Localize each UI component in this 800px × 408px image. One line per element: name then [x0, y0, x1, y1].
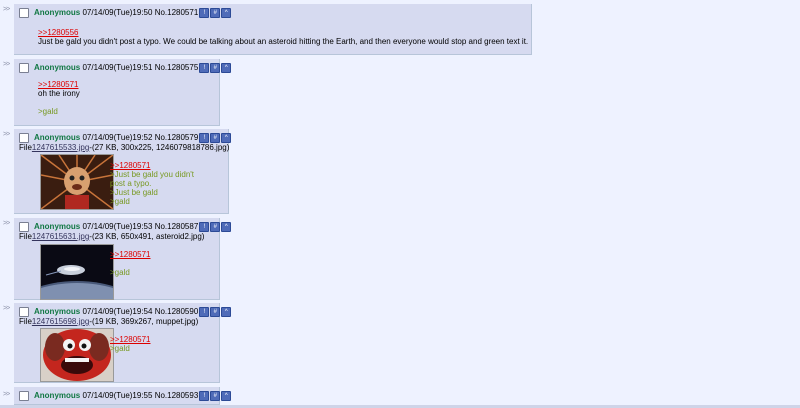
quote-icon[interactable]: #: [210, 222, 221, 232]
reply-post: Anonymous 07/14/09(Tue)19:53 No.1280587!…: [14, 218, 232, 300]
post-text: oh the irony: [38, 89, 80, 98]
file-link[interactable]: 1247615631.jpg: [32, 232, 89, 241]
up-arrow-icon[interactable]: ^: [221, 8, 232, 18]
post-number[interactable]: No.1280587: [155, 222, 199, 231]
poster-name: Anonymous: [34, 307, 81, 317]
post-date: 07/14/09(Tue)19:53: [82, 222, 153, 232]
reply-arrows: >>: [3, 220, 10, 227]
delete-checkbox[interactable]: [19, 391, 29, 401]
file-info: File1247615698.jpg-(19 KB, 369x267, mupp…: [19, 317, 198, 326]
post-header: Anonymous 07/14/09(Tue)19:55 No.1280593!…: [19, 391, 232, 401]
quote-icon[interactable]: #: [210, 307, 221, 317]
post-header: Anonymous 07/14/09(Tue)19:53 No.1280587!…: [19, 222, 232, 232]
post-header: Anonymous 07/14/09(Tue)19:51 No.1280575!…: [19, 63, 232, 73]
poster-name: Anonymous: [34, 63, 81, 73]
report-icon[interactable]: !: [199, 133, 210, 143]
quote-link[interactable]: >>1280571: [38, 80, 80, 89]
delete-checkbox[interactable]: [19, 8, 29, 18]
delete-checkbox[interactable]: [19, 133, 29, 143]
up-arrow-icon[interactable]: ^: [221, 63, 232, 73]
post-text: Just be gald you didn't post a typo. We …: [38, 37, 529, 46]
greentext-line: >Just be gald: [110, 188, 158, 197]
reply-post: Anonymous 07/14/09(Tue)19:54 No.1280590!…: [14, 303, 232, 383]
delete-checkbox[interactable]: [19, 307, 29, 317]
post-date: 07/14/09(Tue)19:52: [82, 133, 153, 143]
reply-arrows: >>: [3, 6, 10, 13]
image-thumbnail[interactable]: [40, 154, 114, 210]
reply-post: Anonymous 07/14/09(Tue)19:50 No.1280571!…: [14, 4, 532, 55]
post-number[interactable]: No.1280579: [155, 133, 199, 142]
post-header: Anonymous 07/14/09(Tue)19:52 No.1280579!…: [19, 133, 232, 143]
report-icon[interactable]: !: [199, 222, 210, 232]
delete-checkbox[interactable]: [19, 222, 29, 232]
quote-link[interactable]: >>1280571: [110, 250, 151, 259]
reply-post: Anonymous 07/14/09(Tue)19:52 No.1280579!…: [14, 129, 232, 214]
quote-link[interactable]: >>1280556: [38, 28, 528, 37]
file-prefix: File: [19, 317, 32, 326]
muppet-image[interactable]: [40, 328, 114, 382]
greentext-line: >gald: [38, 107, 58, 116]
poster-name: Anonymous: [34, 222, 81, 232]
up-arrow-icon[interactable]: ^: [221, 222, 232, 232]
quote-icon[interactable]: #: [210, 8, 221, 18]
quote-icon[interactable]: #: [210, 63, 221, 73]
reply-post: Anonymous 07/14/09(Tue)19:55 No.1280593!…: [14, 387, 232, 405]
post-number[interactable]: No.1280571: [155, 8, 199, 17]
post-date: 07/14/09(Tue)19:50: [82, 8, 153, 18]
reply-post: Anonymous 07/14/09(Tue)19:51 No.1280575!…: [14, 59, 232, 126]
post-header: Anonymous 07/14/09(Tue)19:50 No.1280571!…: [19, 8, 232, 18]
report-icon[interactable]: !: [199, 391, 210, 401]
reply-arrows: >>: [3, 61, 10, 68]
post-body: >>1280571 >gald: [110, 250, 151, 277]
post-number[interactable]: No.1280575: [155, 63, 199, 72]
report-icon[interactable]: !: [199, 8, 210, 18]
file-prefix: File: [19, 232, 32, 241]
up-arrow-icon[interactable]: ^: [221, 391, 232, 401]
poster-name: Anonymous: [34, 133, 81, 143]
quote-icon[interactable]: #: [210, 133, 221, 143]
file-prefix: File: [19, 143, 32, 152]
file-link[interactable]: 1247615533.jpg: [32, 143, 89, 152]
up-arrow-icon[interactable]: ^: [221, 133, 232, 143]
asteroid-image[interactable]: [40, 244, 114, 300]
post-number[interactable]: No.1280590: [155, 307, 199, 316]
report-icon[interactable]: !: [199, 63, 210, 73]
delete-checkbox[interactable]: [19, 63, 29, 73]
file-details: -(19 KB, 369x267, muppet.jpg): [89, 317, 199, 326]
post-header: Anonymous 07/14/09(Tue)19:54 No.1280590!…: [19, 307, 232, 317]
poster-name: Anonymous: [34, 8, 81, 18]
up-arrow-icon[interactable]: ^: [221, 307, 232, 317]
post-body: >>1280556 Just be gald you didn't post a…: [38, 28, 528, 46]
file-details: -(23 KB, 650x491, asteroid2.jpg): [89, 232, 205, 241]
greentext-line: >gald: [110, 268, 130, 277]
report-icon[interactable]: !: [199, 307, 210, 317]
post-body: >>1280571 oh the irony >gald: [38, 80, 80, 116]
post-date: 07/14/09(Tue)19:54: [82, 307, 153, 317]
post-date: 07/14/09(Tue)19:51: [82, 63, 153, 73]
greentext-line: >gald: [110, 197, 130, 206]
quote-icon[interactable]: #: [210, 391, 221, 401]
reply-arrows: >>: [3, 131, 10, 138]
quote-link[interactable]: >>1280571: [110, 335, 151, 344]
greentext-line: post a typo.: [110, 179, 152, 188]
file-details: -(27 KB, 300x225, 1246079818786.jpg): [89, 143, 230, 152]
file-info: File1247615533.jpg-(27 KB, 300x225, 1246…: [19, 143, 229, 152]
file-link[interactable]: 1247615698.jpg: [32, 317, 89, 326]
file-info: File1247615631.jpg-(23 KB, 650x491, aste…: [19, 232, 204, 241]
greentext-line: >gald: [110, 344, 130, 353]
poster-name: Anonymous: [34, 391, 81, 401]
greentext-line: >Just be gald you didn't: [110, 170, 195, 179]
post-body: >>1280571 >gald: [110, 335, 151, 353]
reply-arrows: >>: [3, 391, 10, 398]
post-body: >>1280571 >Just be gald you didn't post …: [110, 161, 194, 206]
reply-arrows: >>: [3, 305, 10, 312]
post-number[interactable]: No.1280593: [155, 391, 199, 400]
post-date: 07/14/09(Tue)19:55: [82, 391, 153, 401]
quote-link[interactable]: >>1280571: [110, 161, 194, 170]
